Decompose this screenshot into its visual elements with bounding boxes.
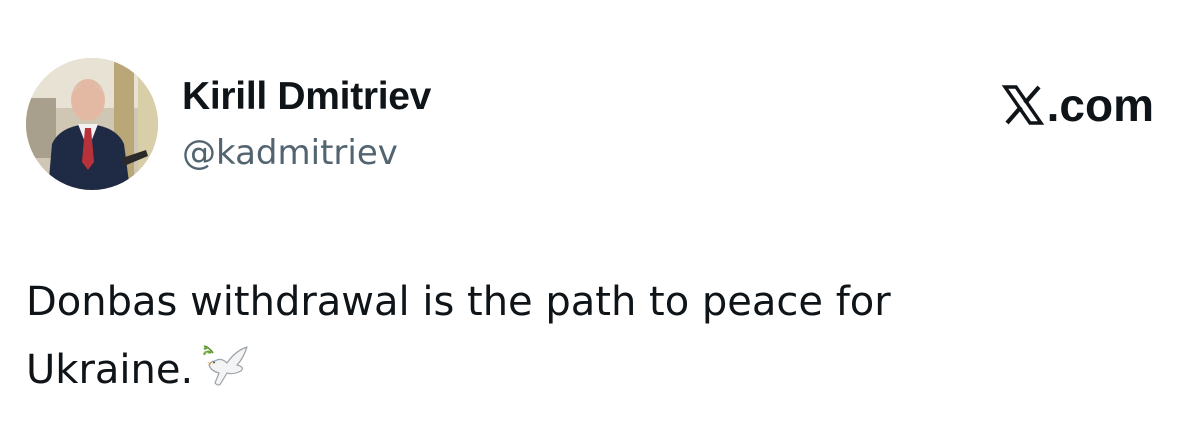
avatar-photo <box>26 58 158 190</box>
avatar[interactable] <box>26 58 158 190</box>
dove-with-olive-branch-icon <box>201 343 249 389</box>
author-handle[interactable]: @kadmitriev <box>182 132 398 174</box>
post-card: Kirill Dmitriev @kadmitriev .com Donbas … <box>0 0 1200 444</box>
brand-domain: .com <box>1046 79 1154 131</box>
post-text-line-2-text: Ukraine. <box>26 347 194 393</box>
x-logo-icon <box>1001 83 1045 127</box>
post-text-line-1: Donbas withdrawal is the path to peace f… <box>26 279 891 325</box>
author-name[interactable]: Kirill Dmitriev <box>182 74 431 120</box>
post-text: Donbas withdrawal is the path to peace f… <box>26 268 1126 404</box>
post-text-line-2: Ukraine. <box>26 336 1126 404</box>
x-com-logo: .com <box>1001 80 1154 130</box>
